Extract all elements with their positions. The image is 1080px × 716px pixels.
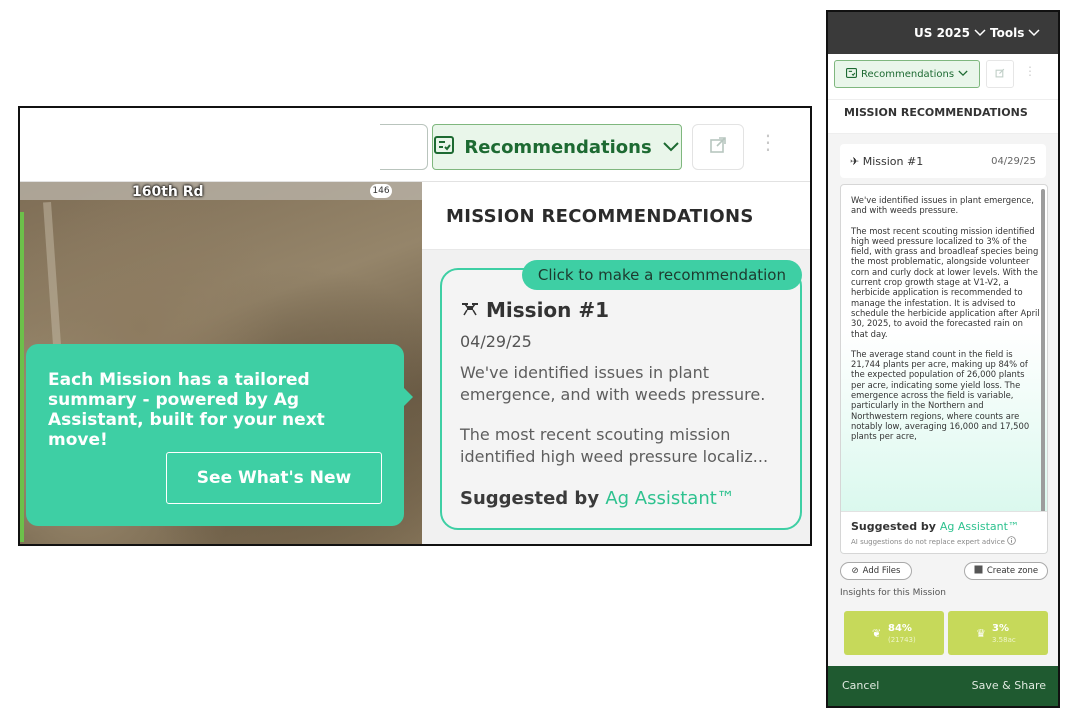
scrollbar[interactable] bbox=[1041, 189, 1045, 519]
paperclip-icon: ⊘ bbox=[851, 566, 859, 576]
chevron-down-icon bbox=[662, 137, 680, 158]
add-files-label: Add Files bbox=[862, 566, 901, 576]
disclaimer-text: AI suggestions do not replace expert adv… bbox=[851, 537, 1005, 546]
zoom-blank-button[interactable] bbox=[380, 124, 428, 170]
mobile-summary-para1: We've identified issues in plant emergen… bbox=[851, 195, 1034, 216]
create-zone-button[interactable]: Create zone bbox=[964, 562, 1048, 580]
map-road-label: 160th Rd bbox=[132, 184, 204, 200]
zoom-recommendations-button[interactable]: Recommendations bbox=[432, 124, 682, 170]
mobile-suggested-by: Suggested by Ag Assistant™ bbox=[851, 520, 1019, 533]
cancel-button[interactable]: Cancel bbox=[842, 679, 879, 692]
mobile-summary-para2: The most recent scouting mission identif… bbox=[851, 225, 1040, 339]
sprout-icon: ❦ bbox=[872, 627, 882, 640]
zoom-mission-title-text: Mission #1 bbox=[486, 298, 610, 322]
stat-stand-count[interactable]: ❦ 84% (21743) bbox=[844, 611, 944, 655]
zoom-mission-body: Click to make a recommendation Mission #… bbox=[422, 250, 810, 544]
zoom-toolbar: Recommendations ⋮ bbox=[20, 108, 810, 182]
mobile-section-header: MISSION RECOMMENDATIONS bbox=[828, 100, 1058, 134]
stat1-value: 84% bbox=[888, 623, 912, 634]
mobile-body: ✈ Mission #1 04/29/25 We've identified i… bbox=[828, 134, 1058, 666]
zoom-mission-date: 04/29/25 bbox=[460, 332, 532, 351]
mobile-section-title: MISSION RECOMMENDATIONS bbox=[844, 106, 1028, 119]
kebab-icon[interactable]: ⋮ bbox=[1024, 64, 1036, 78]
stat-weed-pressure[interactable]: ♛ 3% 3.58ac bbox=[948, 611, 1048, 655]
zoom-summary-para2: The most recent scouting mission identif… bbox=[460, 425, 769, 466]
mobile-recommendations-label: Recommendations bbox=[860, 68, 955, 80]
add-files-button[interactable]: ⊘ Add Files bbox=[840, 562, 912, 580]
mobile-suggested-footer: Suggested by Ag Assistant™ AI suggestion… bbox=[841, 511, 1047, 553]
tooltip-text: Each Mission has a tailored summary - po… bbox=[48, 370, 325, 450]
drone-icon: ✈ bbox=[850, 155, 860, 168]
zoom-mission-summary: We've identified issues in plant emergen… bbox=[460, 362, 790, 468]
year-selector[interactable]: US 2025 bbox=[914, 26, 986, 40]
drone-icon bbox=[460, 298, 480, 322]
mobile-suggested-prefix: Suggested by bbox=[851, 520, 936, 533]
map-route-shield: 146 bbox=[370, 184, 392, 198]
mobile-footer: Cancel Save & Share bbox=[828, 666, 1058, 706]
zoom-mission-card[interactable]: Click to make a recommendation Mission #… bbox=[440, 260, 802, 530]
zoom-suggested-brand: Ag Assistant™ bbox=[605, 488, 735, 509]
mobile-summary-para3: The average stand count in the field is … bbox=[851, 348, 1030, 442]
external-link-icon bbox=[995, 68, 1005, 81]
mobile-panel: US 2025 Tools Recommendations ⋮ MISSION … bbox=[826, 10, 1060, 708]
info-icon[interactable] bbox=[1007, 536, 1016, 547]
mobile-summary-text: We've identified issues in plant emergen… bbox=[851, 195, 1041, 442]
field-boundary bbox=[20, 212, 24, 542]
stat1-sub: (21743) bbox=[888, 636, 916, 644]
mobile-summary-card[interactable]: We've identified issues in plant emergen… bbox=[840, 184, 1048, 554]
mobile-disclaimer: AI suggestions do not replace expert adv… bbox=[851, 536, 1016, 547]
mobile-recommendations-button[interactable]: Recommendations bbox=[834, 60, 980, 88]
save-share-button[interactable]: Save & Share bbox=[972, 679, 1046, 692]
chevron-down-icon bbox=[1028, 26, 1040, 40]
zoom-mission-header: MISSION RECOMMENDATIONS bbox=[422, 182, 810, 250]
zoom-section-title: MISSION RECOMMENDATIONS bbox=[446, 206, 754, 227]
see-whats-new-button[interactable]: See What's New bbox=[166, 452, 382, 504]
chevron-down-icon bbox=[974, 26, 986, 40]
map-road bbox=[20, 182, 422, 200]
mobile-toolbar: Recommendations ⋮ bbox=[828, 54, 1058, 100]
make-recommendation-pill[interactable]: Click to make a recommendation bbox=[521, 260, 802, 290]
feature-tooltip: Each Mission has a tailored summary - po… bbox=[26, 344, 413, 526]
year-label: US 2025 bbox=[914, 26, 970, 40]
external-link-icon bbox=[709, 135, 727, 159]
stat2-value: 3% bbox=[992, 623, 1009, 634]
mobile-mission-title-text: Mission #1 bbox=[862, 155, 924, 168]
mobile-external-link-button[interactable] bbox=[986, 60, 1014, 88]
zone-icon bbox=[974, 565, 983, 577]
chevron-down-icon bbox=[958, 69, 968, 80]
recommendations-icon bbox=[434, 135, 455, 159]
zoomed-view: Recommendations ⋮ 160th Rd 146 MISSION R… bbox=[18, 106, 812, 546]
tools-label: Tools bbox=[990, 26, 1025, 40]
tools-menu[interactable]: Tools bbox=[990, 26, 1040, 40]
stat2-sub: 3.58ac bbox=[992, 636, 1016, 644]
mobile-mission-row[interactable]: ✈ Mission #1 04/29/25 bbox=[840, 144, 1046, 178]
zoom-external-link-button[interactable] bbox=[692, 124, 744, 170]
mobile-top-bar: US 2025 Tools bbox=[828, 12, 1058, 54]
mobile-suggested-brand: Ag Assistant™ bbox=[939, 520, 1019, 533]
zoom-suggested-prefix: Suggested by bbox=[460, 488, 600, 509]
insights-label: Insights for this Mission bbox=[840, 588, 946, 598]
create-zone-label: Create zone bbox=[986, 566, 1039, 576]
zoom-suggested-by: Suggested by Ag Assistant™ bbox=[460, 488, 735, 509]
weed-icon: ♛ bbox=[976, 627, 986, 640]
mobile-mission-date: 04/29/25 bbox=[991, 156, 1036, 167]
mobile-mission-title: ✈ Mission #1 bbox=[850, 155, 923, 168]
zoom-mission-title: Mission #1 bbox=[460, 298, 609, 322]
kebab-icon[interactable]: ⋮ bbox=[758, 132, 778, 152]
recommendations-icon bbox=[845, 67, 857, 81]
zoom-summary-para1: We've identified issues in plant emergen… bbox=[460, 363, 766, 404]
zoom-recommendations-label: Recommendations bbox=[464, 136, 652, 158]
